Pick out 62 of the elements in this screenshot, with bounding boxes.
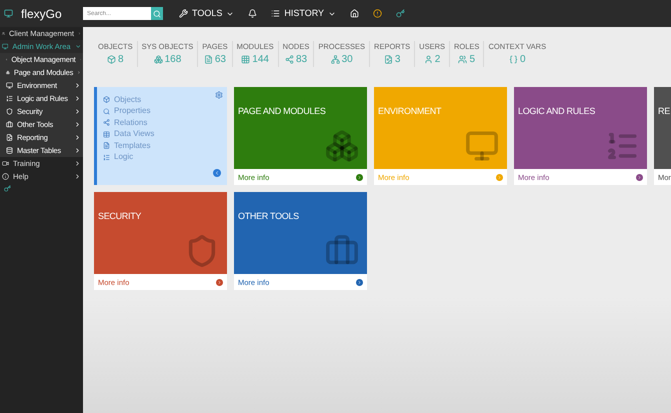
info-icon [2, 173, 9, 180]
arrow-icon [356, 278, 363, 286]
list-icon [271, 9, 280, 18]
tools-menu[interactable]: TOOLS [179, 6, 234, 20]
hierarchy-icon [330, 55, 340, 64]
card-title: OTHER TOOLS [238, 211, 299, 222]
search-icon [153, 10, 161, 18]
stat-value: 144 [241, 52, 269, 68]
key-icon[interactable] [4, 185, 11, 192]
arrow-icon [216, 278, 223, 286]
stat-value: 3 [384, 52, 400, 68]
alert-icon[interactable] [373, 9, 382, 18]
cubes-icon [325, 129, 359, 164]
arrow-icon [636, 174, 643, 181]
app-title: flexyGo [21, 6, 62, 22]
card-title: ENVIRONMENT [378, 106, 442, 116]
caret-icon [74, 43, 81, 50]
history-menu[interactable]: HISTORY [271, 6, 336, 20]
stat-value: 2 [424, 52, 440, 68]
shield-icon [6, 108, 13, 115]
page-icon [103, 142, 110, 149]
stat-value: 8 [107, 52, 124, 68]
arrow-icon [356, 174, 363, 181]
arrow-icon [496, 174, 503, 181]
card-title: RE [658, 106, 670, 116]
video-icon [2, 160, 9, 167]
braces-icon [508, 55, 518, 64]
stat-value: 5 [458, 52, 475, 68]
users-icon [2, 30, 5, 37]
cubes-icon [6, 69, 10, 76]
card-title: PAGE AND MODULES [238, 106, 326, 116]
settings-icon[interactable] [215, 91, 223, 100]
page-icon [204, 55, 213, 64]
bell-icon[interactable] [248, 9, 258, 18]
report-icon [384, 55, 393, 64]
app-icon [4, 9, 13, 18]
stat-value: 168 [154, 52, 182, 68]
grid-icon [241, 55, 250, 64]
stat-value: 83 [284, 52, 308, 68]
share-icon [284, 55, 294, 64]
user-icon [424, 55, 433, 64]
stat-value: 0 [508, 52, 526, 68]
card-title: LOGIC AND RULES [518, 106, 596, 116]
stat-value: 30 [330, 52, 353, 68]
collapse-button[interactable] [213, 169, 221, 178]
chevron-icon [214, 170, 220, 176]
monitor-icon [2, 43, 8, 50]
card-title: SECURITY [98, 211, 142, 222]
report-icon [6, 134, 13, 141]
wrench-icon [179, 9, 188, 18]
cubes-icon [154, 55, 163, 64]
monitor-icon [6, 82, 13, 89]
monitor-icon [465, 129, 499, 164]
search-icon [103, 108, 110, 114]
stat-value: 63 [204, 52, 226, 68]
home-icon[interactable] [350, 9, 360, 18]
users-icon [458, 55, 468, 64]
share-icon [103, 119, 110, 126]
table-icon [103, 130, 110, 138]
database-icon [6, 147, 13, 154]
key-icon[interactable] [396, 9, 406, 18]
briefcase-icon [6, 121, 13, 128]
